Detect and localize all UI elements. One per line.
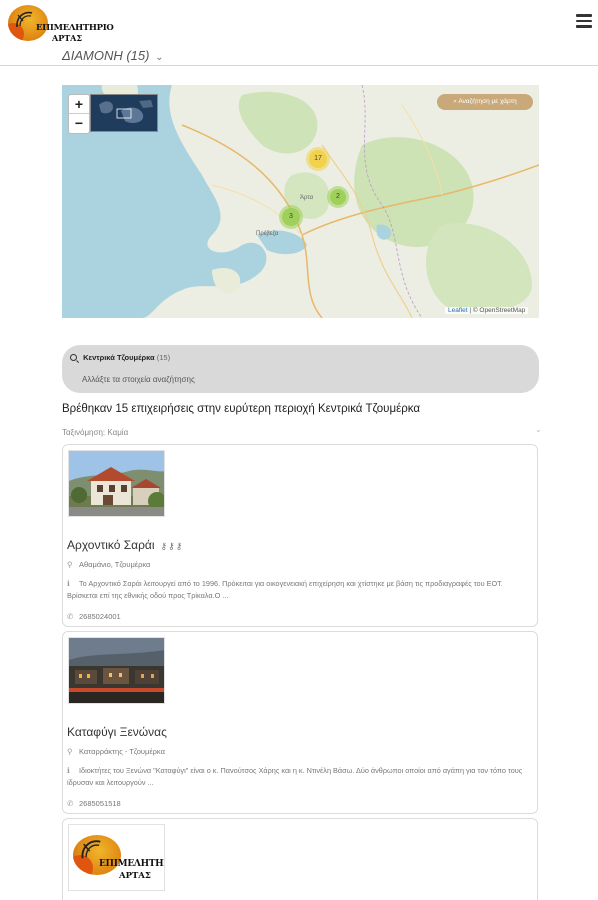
category-dropdown[interactable]: ΔΙΑΜΟΝΗ (15) ⌄ [62, 48, 163, 63]
map-cluster-marker[interactable]: 3 [279, 205, 303, 229]
listing-phone[interactable]: ✆ 2685051518 [67, 799, 121, 808]
listing-title: Αρχοντικό Σαράι [67, 538, 155, 552]
map-cluster-marker[interactable]: 17 [306, 147, 330, 171]
listing-name[interactable]: Καταφύγι Ξενώνας [67, 725, 167, 739]
listing-description-text: Το Αρχοντικό Σαράι λειτουργεί από το 199… [67, 579, 503, 600]
listing-card[interactable]: ΕΠΙΜΕΛΗΤΗΡΙΟ ΑΡΤΑΣ [62, 818, 538, 900]
listing-photo[interactable] [68, 450, 165, 517]
listing-card[interactable]: Καταφύγι Ξενώνας ⚲ Καταρράκτης - Τζουμέρκ… [62, 631, 538, 814]
logo-subtitle: ΑΡΤΑΣ [52, 33, 83, 43]
chamber-logo[interactable]: ΕΠΙΜΕΛΗΤΗΡΙΟ ΑΡΤΑΣ [8, 3, 114, 43]
search-summary: Κεντρικά Τζουμέρκα (15) [70, 353, 170, 362]
search-on-map-label: Αναζήτηση με χάρτη [458, 98, 517, 105]
osm-attribution[interactable]: | © OpenStreetMap [469, 307, 525, 314]
listing-photo[interactable]: ΕΠΙΜΕΛΗΤΗΡΙΟ ΑΡΤΑΣ [68, 824, 165, 891]
search-on-map-button[interactable]: ⌕ Αναζήτηση με χάρτη [437, 94, 533, 110]
info-icon: ℹ [67, 766, 70, 775]
location-pin-icon: ⚲ [67, 747, 73, 756]
minimap[interactable] [90, 94, 158, 132]
location-pin-icon: ⚲ [67, 560, 73, 569]
listing-card[interactable]: Αρχοντικό Σαράι ⚷⚷⚷ ⚲ Αθαμάνιο, Τζουμέρκα … [62, 444, 538, 627]
cluster-count: 17 [314, 155, 322, 162]
listing-phone-text: 2685051518 [79, 799, 121, 808]
phone-icon: ✆ [67, 612, 74, 621]
search-count: (15) [156, 353, 171, 362]
search-summary-box[interactable]: Κεντρικά Τζουμέρκα (15) Αλλάξτε τα στοιχ… [62, 345, 539, 393]
menu-icon[interactable] [576, 14, 592, 28]
chevron-down-icon[interactable]: ⌄ [535, 425, 542, 434]
chevron-down-icon: ⌄ [155, 52, 164, 63]
listing-name[interactable]: Αρχοντικό Σαράι ⚷⚷⚷ [67, 538, 183, 552]
zoom-control: + − [68, 94, 90, 134]
map-attribution: Leaflet | © OpenStreetMap [445, 307, 529, 314]
search-icon: ⌕ [453, 98, 457, 105]
results-title: Βρέθηκαν 15 επιχειρήσεις στην ευρύτερη π… [62, 403, 421, 415]
category-label: ΔΙΑΜΟΝΗ (15) [62, 48, 150, 63]
key-rating-icon: ⚷⚷⚷ [160, 541, 184, 551]
search-icon [70, 354, 77, 361]
site-header: ΕΠΙΜΕΛΗΤΗΡΙΟ ΑΡΤΑΣ ΔΙΑΜΟΝΗ (15) ⌄ [0, 0, 598, 66]
zoom-in-button[interactable]: + [69, 95, 89, 114]
cluster-count: 2 [336, 193, 340, 200]
listing-phone-text: 2685024001 [79, 612, 121, 621]
zoom-out-button[interactable]: − [69, 114, 89, 133]
search-location: Κεντρικά Τζουμέρκα [83, 353, 155, 362]
listing-location: ⚲ Αθαμάνιο, Τζουμέρκα [67, 560, 150, 569]
cluster-count: 3 [289, 213, 293, 220]
listing-location-text: Καταρράκτης - Τζουμέρκα [79, 747, 165, 756]
info-icon: ℹ [67, 579, 70, 588]
logo-swirl-icon [16, 11, 33, 28]
logo-title: ΕΠΙΜΕΛΗΤΗΡΙΟ [99, 859, 164, 869]
listing-phone[interactable]: ✆ 2685024001 [67, 612, 121, 621]
map-label-arta: Άρτα [300, 195, 314, 201]
map-label-preveza: Πρέβεζα [256, 231, 279, 237]
leaflet-link[interactable]: Leaflet [448, 307, 468, 314]
listing-title: Καταφύγι Ξενώνας [67, 725, 167, 739]
logo-title: ΕΠΙΜΕΛΗΤΗΡΙΟ [36, 23, 114, 33]
listing-description: ℹ Ιδιοκτήτες του Ξενώνα "Καταφύγι" είναι … [67, 765, 533, 789]
listing-location-text: Αθαμάνιο, Τζουμέρκα [79, 560, 151, 569]
listing-description: ℹ Το Αρχοντικό Σαράι λειτουργεί από το 19… [67, 578, 533, 602]
map-cluster-marker[interactable]: 2 [327, 186, 349, 208]
change-search-link[interactable]: Αλλάξτε τα στοιχεία αναζήτησης [82, 375, 195, 384]
sort-dropdown[interactable]: Ταξινόμηση: Καμία [62, 428, 128, 437]
listing-description-text: Ιδιοκτήτες του Ξενώνα "Καταφύγι" είναι ο… [67, 766, 523, 787]
logo-subtitle: ΑΡΤΑΣ [119, 871, 151, 881]
phone-icon: ✆ [67, 799, 74, 808]
listing-photo[interactable] [68, 637, 165, 704]
listing-location: ⚲ Καταρράκτης - Τζουμέρκα [67, 747, 165, 756]
